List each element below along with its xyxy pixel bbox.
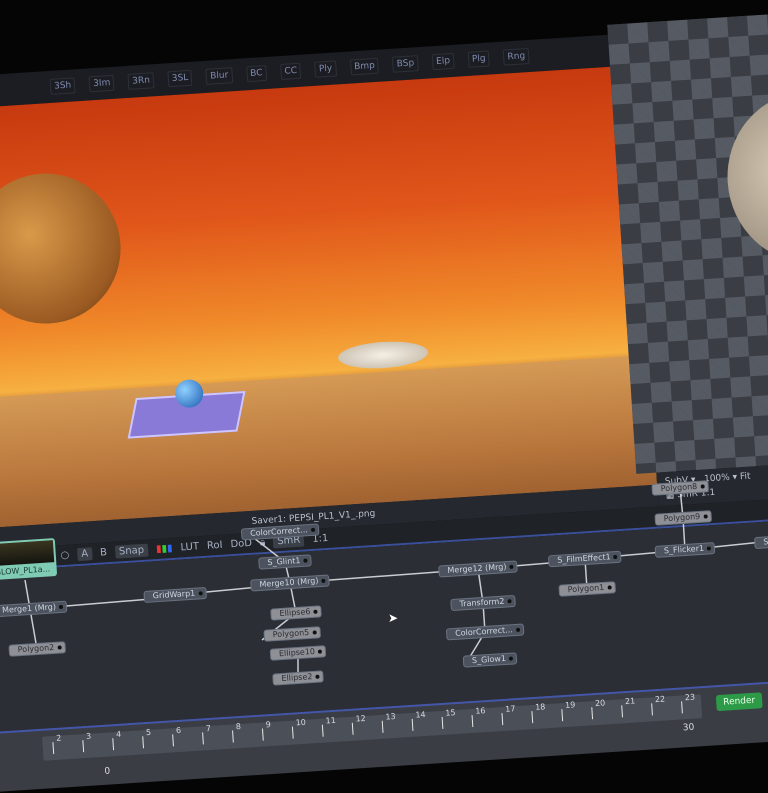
ruler-tick bbox=[591, 707, 594, 720]
ruler-tick bbox=[82, 740, 85, 753]
ruler-tick bbox=[501, 713, 504, 726]
rectangle-icon[interactable]: □ bbox=[43, 550, 53, 562]
ruler-label: 3 bbox=[85, 731, 92, 741]
ruler-label: 4 bbox=[115, 729, 122, 740]
ruler-tick bbox=[681, 701, 683, 714]
checker-icon[interactable]: ▦ bbox=[665, 491, 674, 502]
planet-image bbox=[0, 168, 126, 329]
dod-dropdown[interactable]: DoD bbox=[230, 537, 252, 549]
lock-icon[interactable]: 🔒︎ bbox=[260, 537, 266, 548]
ruler-tick bbox=[651, 703, 653, 716]
planet-image bbox=[722, 87, 768, 268]
ruler-tick bbox=[321, 724, 324, 737]
ruler-label: 9 bbox=[265, 720, 272, 730]
ruler-tick bbox=[351, 722, 354, 735]
ruler-label: 5 bbox=[145, 727, 152, 738]
start-frame[interactable]: 0 bbox=[104, 766, 110, 776]
fusion-window: 3Sh 3Im 3Rn 3SL Blur BC CC Ply Bmp BSp Elp Plg Rng S… bbox=[0, 0, 768, 793]
tool-button[interactable]: Plg bbox=[467, 50, 491, 68]
tool-button[interactable]: 3Sh bbox=[49, 77, 76, 95]
ruler-label: 22 bbox=[654, 694, 666, 705]
ratio-button[interactable]: 1:1 bbox=[700, 488, 715, 499]
ruler-label: 17 bbox=[504, 704, 516, 714]
ruler-tick bbox=[381, 720, 384, 733]
tool-button[interactable]: Ply bbox=[314, 60, 337, 78]
ruler-tick bbox=[52, 742, 55, 755]
ruler-label: 14 bbox=[415, 710, 426, 720]
ruler-label: 7 bbox=[205, 723, 212, 734]
pen-icon[interactable]: ✎ bbox=[26, 551, 35, 563]
ruler-tick bbox=[531, 711, 534, 724]
ruler-label: 8 bbox=[235, 721, 242, 732]
end-frame[interactable]: 30 bbox=[683, 723, 695, 734]
ruler-tick bbox=[621, 705, 624, 718]
smr-button[interactable]: SmR bbox=[272, 532, 305, 548]
ruler-label: 6 bbox=[175, 725, 182, 736]
ruler-label: 11 bbox=[325, 715, 337, 726]
fit-button[interactable]: Fit bbox=[740, 472, 751, 483]
ruler-label: 13 bbox=[385, 711, 396, 722]
ruler-label: 15 bbox=[445, 708, 456, 718]
roi-dropdown[interactable]: RoI bbox=[207, 539, 223, 551]
ufo-object bbox=[337, 339, 429, 371]
ruler-label: 21 bbox=[624, 696, 636, 707]
lut-dropdown[interactable]: LUT bbox=[180, 541, 199, 553]
tool-button[interactable]: 3Im bbox=[88, 74, 115, 93]
tool-button[interactable]: BSp bbox=[392, 55, 419, 73]
ruler-tick bbox=[411, 718, 414, 731]
ruler-tick bbox=[261, 728, 264, 741]
ruler-label: 12 bbox=[355, 713, 367, 724]
ruler-tick bbox=[471, 714, 474, 728]
ratio-button[interactable]: 1:1 bbox=[312, 532, 329, 544]
tool-button[interactable]: Elp bbox=[431, 52, 455, 71]
ruler-tick bbox=[232, 730, 234, 743]
b-button[interactable]: B bbox=[100, 547, 108, 558]
ruler-label: 18 bbox=[534, 702, 546, 712]
smr-button[interactable]: SmR bbox=[677, 489, 698, 500]
ruler-tick bbox=[561, 709, 564, 722]
tool-button[interactable]: 3SL bbox=[167, 69, 193, 88]
render-button[interactable]: Render bbox=[715, 692, 763, 712]
ruler-tick bbox=[172, 734, 174, 747]
curve-icon[interactable]: ∿ bbox=[10, 552, 19, 564]
ruler-label: 2 bbox=[55, 733, 62, 743]
color-channels-icon[interactable]: ▮▮▮ bbox=[156, 542, 173, 554]
snap-button[interactable]: Snap bbox=[114, 543, 149, 559]
tool-button[interactable]: Blur bbox=[205, 67, 233, 85]
tool-button[interactable]: Bmp bbox=[349, 57, 380, 76]
ruler-tick bbox=[202, 732, 204, 745]
viewer-left[interactable] bbox=[0, 65, 658, 530]
ruler-label: 19 bbox=[564, 700, 576, 710]
zoom-dropdown[interactable]: 100% bbox=[704, 473, 730, 485]
ruler-tick bbox=[291, 726, 294, 739]
subview-dropdown[interactable]: SubV bbox=[665, 476, 689, 487]
ruler-label: 20 bbox=[594, 698, 606, 709]
ruler-tick bbox=[142, 736, 145, 749]
viewer-title: Saver1: PEPSI_PL1_V1_.png bbox=[251, 508, 376, 527]
a-button[interactable]: A bbox=[76, 546, 93, 561]
ruler-label: 23 bbox=[684, 692, 696, 703]
circle-icon[interactable]: ○ bbox=[60, 549, 69, 561]
viewer-right[interactable] bbox=[607, 12, 768, 474]
tool-button[interactable]: CC bbox=[279, 62, 302, 81]
ruler-tick bbox=[112, 738, 115, 751]
tool-button[interactable]: 3Rn bbox=[127, 72, 155, 90]
tool-button[interactable]: BC bbox=[245, 64, 268, 83]
ruler-label: 16 bbox=[475, 706, 486, 716]
ruler-tick bbox=[441, 716, 444, 729]
ruler-label: 10 bbox=[295, 717, 307, 728]
tool-button[interactable]: Rng bbox=[503, 47, 530, 66]
